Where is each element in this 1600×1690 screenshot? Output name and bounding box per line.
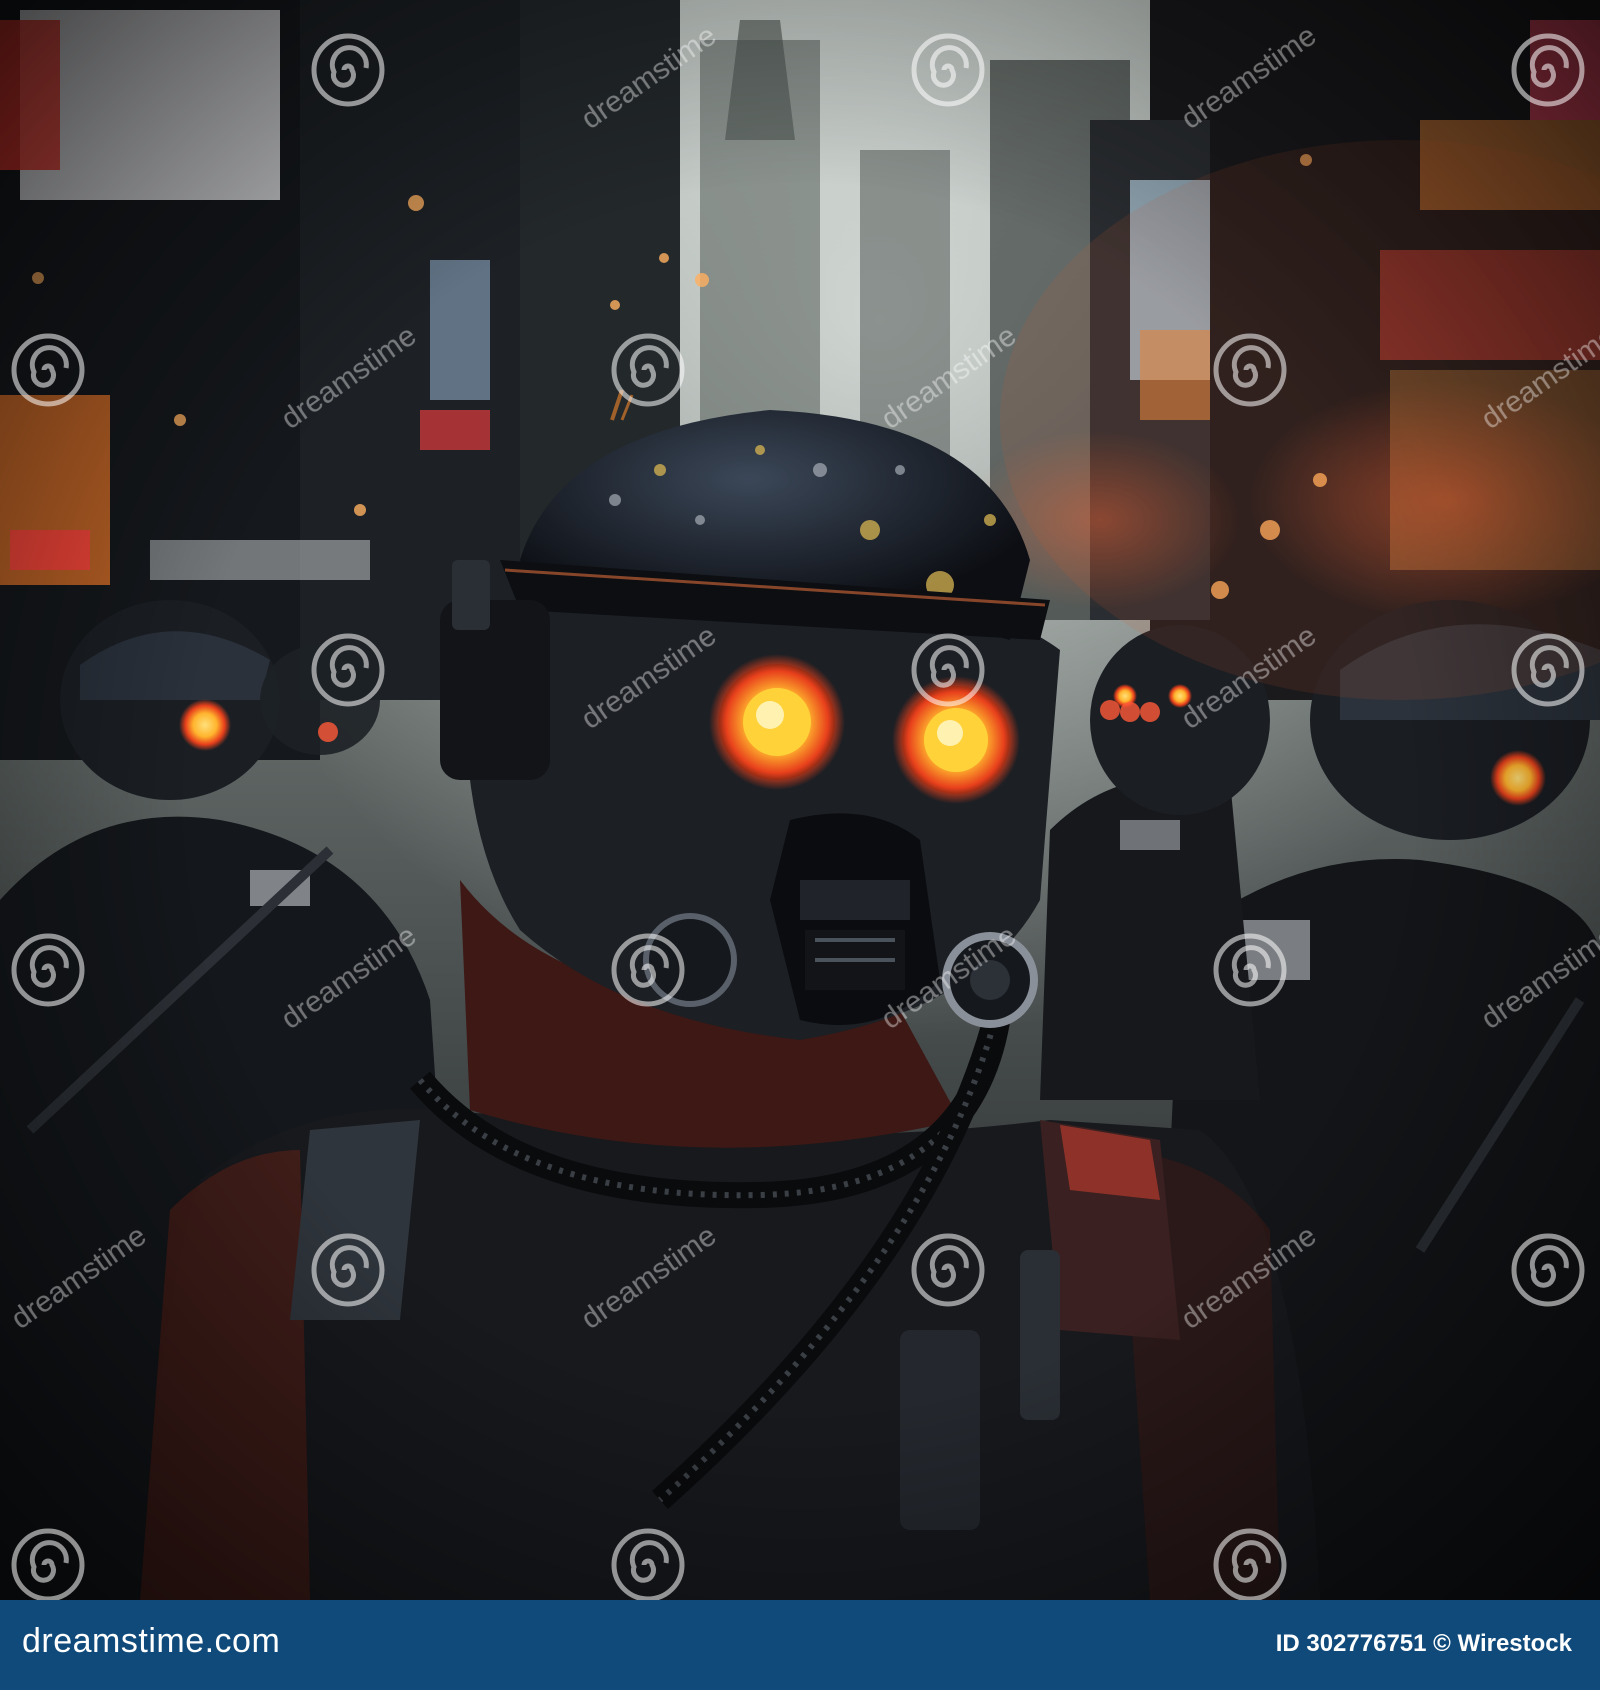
footer-bar: dreamstime.com ID 302776751 © Wirestock [0,1600,1600,1690]
image-id-credit: ID 302776751 © Wirestock [1275,1630,1572,1657]
brand-logo-text[interactable]: dreamstime.com [22,1622,280,1661]
photo: dreamstime dreamstime dreamstime dreamst… [0,0,1600,1600]
photo-canvas: dreamstime dreamstime dreamstime dreamst… [0,0,1600,1600]
